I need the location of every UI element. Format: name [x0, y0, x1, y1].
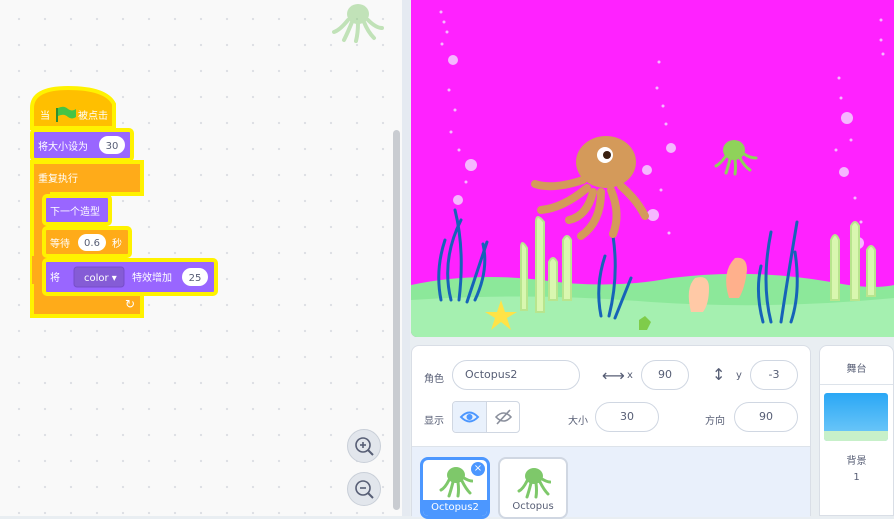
hide-button[interactable] [487, 402, 519, 432]
y-input[interactable]: -3 [750, 360, 798, 390]
when-flag-clicked-block[interactable]: 当 被点击 [30, 85, 116, 130]
octopus2-thumbnail-icon [439, 467, 473, 498]
sprite-tile-octopus2[interactable]: × Octopus2 [420, 457, 490, 519]
y-arrow-icon: ↕ [712, 365, 726, 384]
wait-value: 0.6 [84, 238, 100, 249]
set-size-value: 30 [106, 141, 119, 152]
effect-dropdown-label: color ▾ [84, 273, 117, 284]
zoom-out-icon [355, 480, 374, 499]
show-button[interactable] [453, 402, 487, 432]
octopus-thumbnail-icon [517, 468, 551, 499]
y-label: y [736, 370, 742, 381]
eye-slash-icon [494, 409, 513, 425]
wait-block[interactable]: 等待 0.6 秒 [42, 226, 132, 258]
sprite-list: × Octopus2 Octopus [412, 447, 810, 519]
script-stack[interactable]: 当 被点击 将大小设为 30 重复执行 ↻ 下一个造型 等待 0.6 秒 将 c… [28, 84, 228, 324]
hat-label-after: 被点击 [78, 109, 108, 122]
next-costume-label: 下一个造型 [50, 205, 100, 218]
sprite-name-input[interactable]: Octopus2 [452, 360, 580, 390]
backdrop-thumbnail[interactable] [824, 393, 888, 441]
change-effect-label-after: 特效增加 [132, 271, 172, 284]
stage-canvas[interactable] [411, 0, 894, 337]
backdrop-label: 背景 [846, 456, 867, 467]
backdrop-thumbnail-seabed [824, 431, 888, 441]
sprite-tile-name: Octopus2 [423, 500, 487, 516]
zoom-in-icon [355, 437, 374, 456]
stage-scene [411, 10, 894, 337]
sprite-info-pane: 角色 Octopus2 ⟷ x 90 ↕ y -3 显示 大小 30 方向 90 [411, 345, 811, 519]
next-costume-block[interactable]: 下一个造型 [42, 194, 112, 226]
bubbles-decoration [439, 10, 885, 249]
set-size-label: 将大小设为 [38, 140, 88, 153]
wait-unit: 秒 [112, 237, 122, 250]
set-size-block[interactable]: 将大小设为 30 [30, 128, 134, 162]
x-input[interactable]: 90 [641, 360, 689, 390]
wait-label: 等待 [50, 237, 70, 250]
direction-input[interactable]: 90 [734, 402, 798, 432]
direction-label: 方向 [705, 416, 725, 427]
loop-arrow-icon: ↻ [125, 297, 135, 311]
change-effect-label-before: 将 [50, 272, 60, 284]
eye-icon [459, 411, 480, 423]
x-arrow-icon: ⟷ [602, 366, 625, 385]
visibility-toggle [452, 401, 520, 433]
stage-pane-title: 舞台 [846, 364, 867, 375]
x-label: x [627, 370, 633, 381]
zoom-out-button[interactable] [347, 472, 381, 506]
pane-divider [402, 0, 410, 516]
change-effect-block[interactable]: 将 color ▾ 特效增加 25 [42, 258, 218, 296]
zoom-in-button[interactable] [347, 429, 381, 463]
change-effect-value: 25 [189, 273, 202, 284]
backdrop-count: 1 [853, 472, 860, 483]
octopus-sprite[interactable] [531, 136, 649, 240]
sprite-ghost-icon [332, 4, 384, 43]
code-area[interactable]: 当 被点击 将大小设为 30 重复执行 ↻ 下一个造型 等待 0.6 秒 将 c… [0, 0, 402, 516]
sprite-info-header: 角色 Octopus2 ⟷ x 90 ↕ y -3 显示 大小 30 方向 90 [412, 346, 810, 447]
forever-label: 重复执行 [38, 172, 78, 185]
code-scrollbar[interactable] [393, 130, 400, 510]
size-input[interactable]: 30 [595, 402, 659, 432]
stage-selector-pane[interactable]: 舞台 背景 1 [819, 345, 894, 516]
sprite-tile-octopus[interactable]: Octopus [498, 457, 568, 519]
delete-sprite-icon[interactable]: × [471, 462, 485, 476]
sprite-tile-name: Octopus [512, 501, 554, 512]
octopus2-sprite[interactable] [714, 140, 758, 176]
show-label: 显示 [424, 416, 444, 427]
hat-label-before: 当 [40, 109, 50, 122]
sprite-label: 角色 [424, 374, 444, 385]
stage-pane-divider [820, 384, 893, 385]
size-label: 大小 [568, 416, 588, 427]
